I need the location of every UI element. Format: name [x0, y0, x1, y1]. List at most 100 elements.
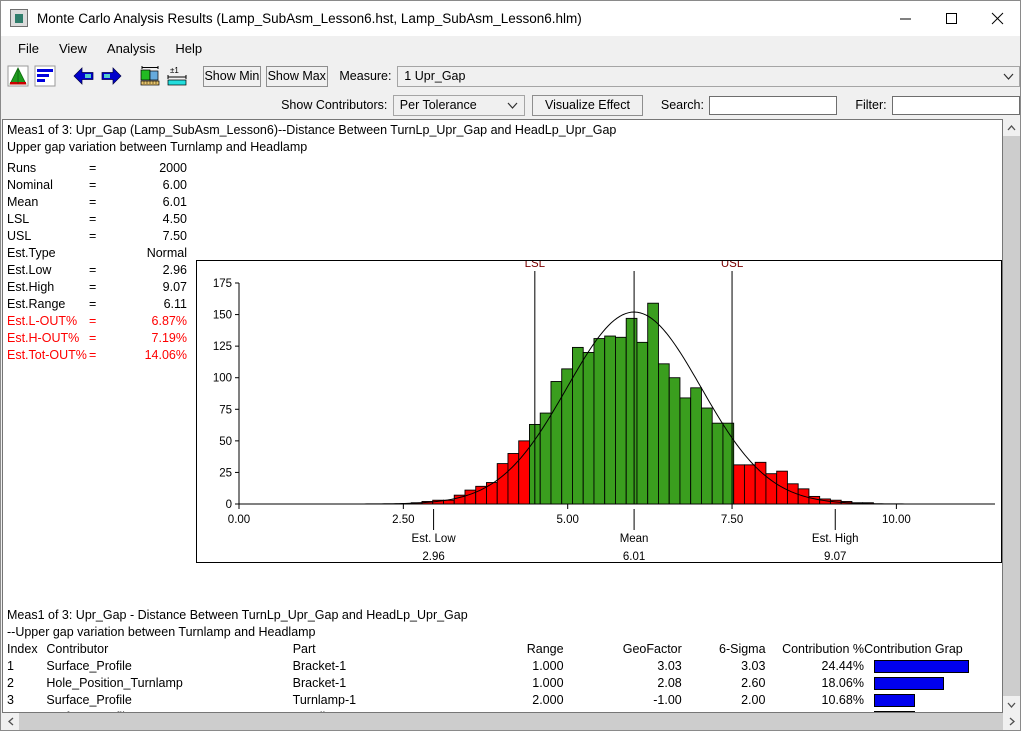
scroll-up-button[interactable] — [1003, 119, 1020, 136]
histogram-bar — [496, 463, 509, 505]
show-contributors-select[interactable]: Per Tolerance — [392, 94, 525, 116]
column-header[interactable]: Contributor — [46, 641, 292, 658]
measure-parts-icon — [140, 66, 159, 86]
stat-row: LSL = 4.50 — [7, 211, 187, 228]
stat-row: Est.H-OUT% = 7.19% — [7, 330, 187, 347]
horizontal-scrollbar[interactable] — [2, 713, 1020, 730]
stat-row: Est.Type Normal — [7, 245, 187, 262]
chevron-down-icon — [997, 73, 1019, 80]
column-header[interactable]: 6-Sigma — [682, 641, 766, 658]
table-cell: 2.08 — [657, 676, 682, 690]
filter-label: Filter: — [855, 98, 887, 112]
scroll-left-button[interactable] — [2, 713, 19, 730]
stat-equals: = — [89, 348, 97, 362]
stat-key: USL — [7, 229, 32, 243]
stat-equals: = — [89, 314, 97, 328]
maximize-button[interactable] — [928, 1, 974, 35]
filter-input[interactable] — [891, 95, 1020, 115]
visualize-effect-button[interactable]: Visualize Effect — [532, 94, 643, 116]
show-min-button[interactable]: Show Min — [202, 65, 261, 87]
table-cell: Bracket-1 — [292, 659, 347, 673]
search-label: Search: — [660, 98, 704, 112]
horizontal-scroll-thumb[interactable] — [19, 713, 1003, 730]
contribution-graph-cell — [864, 692, 1002, 709]
histogram-icon — [7, 65, 29, 87]
histogram-bar — [679, 397, 692, 505]
search-input[interactable] — [709, 95, 838, 115]
histogram-bar — [475, 485, 487, 505]
x-tick-label: 10.00 — [882, 514, 911, 526]
measure-select[interactable]: 1 Upr_Gap — [397, 65, 1021, 87]
stat-equals: = — [89, 161, 97, 175]
tolerance-button[interactable]: ±1 — [164, 63, 189, 89]
scroll-down-button[interactable] — [1003, 696, 1020, 713]
stat-key: Est.Range — [7, 297, 66, 311]
stat-value: 7.50 — [162, 229, 187, 243]
table-cell: -1.00 — [653, 693, 682, 707]
stat-equals: = — [89, 178, 97, 192]
chevron-up-icon — [1007, 124, 1016, 130]
close-icon — [991, 12, 1003, 24]
scroll-right-button[interactable] — [1003, 713, 1020, 730]
show-max-button[interactable]: Show Max — [265, 65, 328, 87]
histogram-bar — [668, 377, 681, 505]
x-tick-label: 5.00 — [557, 514, 579, 526]
stat-value: 4.50 — [162, 212, 187, 226]
minimize-button[interactable] — [882, 1, 928, 35]
column-header[interactable]: Part — [293, 641, 475, 658]
close-button[interactable] — [974, 1, 1020, 35]
vertical-scrollbar[interactable] — [1003, 119, 1020, 713]
vertical-scroll-track[interactable] — [1003, 136, 1020, 696]
histogram-button[interactable] — [5, 63, 30, 89]
title-bar: Monte Carlo Analysis Results (Lamp_SubAs… — [1, 1, 1020, 36]
column-header[interactable]: Index — [3, 641, 46, 658]
contribution-graph-cell — [864, 675, 1002, 692]
content-area: Meas1 of 3: Upr_Gap (Lamp_SubAsm_Lesson6… — [1, 119, 1020, 713]
menu-item-file[interactable]: File — [9, 38, 48, 59]
minimize-icon — [899, 18, 911, 19]
table-cell: 1.000 — [532, 676, 564, 690]
measure-parts-button[interactable] — [137, 63, 162, 89]
table-cell: 1.000 — [532, 659, 564, 673]
column-header[interactable]: GeoFactor — [564, 641, 682, 658]
menu-item-analysis[interactable]: Analysis — [98, 38, 164, 59]
vertical-scroll-thumb[interactable] — [1003, 136, 1020, 696]
table-cell: Surface_Profile — [46, 659, 132, 673]
monte-carlo-window: Monte Carlo Analysis Results (Lamp_SubAs… — [0, 0, 1021, 731]
stat-equals: = — [89, 263, 97, 277]
bar-list-button[interactable] — [32, 63, 57, 89]
menu-item-help[interactable]: Help — [166, 38, 211, 59]
histogram-bar — [625, 317, 638, 505]
table-cell: -1.00 — [564, 709, 682, 712]
menu-item-view[interactable]: View — [50, 38, 96, 59]
measure-select-value: 1 Upr_Gap — [404, 69, 466, 83]
table-row[interactable]: 3 Surface_Profile Turnlamp-1 2.000 -1.00 2.00… — [3, 692, 1002, 709]
stat-key: Nominal — [7, 178, 53, 192]
window-controls — [882, 1, 1020, 35]
table-header-row: Index Contributor Part Range GeoFactor 6-Sigm… — [3, 641, 1002, 658]
column-header[interactable]: Contribution % — [766, 641, 864, 658]
histogram-bar — [593, 338, 606, 505]
y-tick-label: 75 — [219, 404, 232, 416]
table-row[interactable]: 2 Hole_Position_Turnlamp Bracket-1 1.000 2.0… — [3, 675, 1002, 692]
previous-button[interactable] — [71, 63, 96, 89]
table-cell: 2 — [7, 676, 14, 690]
table-row[interactable]: 1 Surface_Profile Bracket-1 1.000 3.03 3.03 24… — [3, 658, 1002, 675]
table-cell: 3.03 — [657, 659, 682, 673]
y-tick-label: 25 — [219, 467, 232, 479]
horizontal-scroll-track[interactable] — [19, 713, 1003, 730]
stat-row: Est.Range = 6.11 — [7, 296, 187, 313]
stat-equals: = — [89, 331, 97, 345]
next-button[interactable] — [98, 63, 123, 89]
y-tick-label: 100 — [213, 373, 232, 385]
annotation-label-est-high: Est. High — [812, 533, 859, 545]
table-row[interactable]: 4Surface_ProfileHeadlamp-12.000-1.002.00… — [3, 709, 1002, 712]
stat-row: Nominal = 6.00 — [7, 177, 187, 194]
histogram-bar — [647, 302, 659, 505]
stat-value: 6.87% — [151, 314, 187, 328]
column-header[interactable]: Range — [475, 641, 564, 658]
histogram-bar — [604, 335, 616, 505]
contributors-rows: Index Contributor Part Range GeoFactor 6-Sigm… — [3, 641, 1002, 712]
tolerance-icon: ±1 — [167, 66, 187, 86]
column-header[interactable]: Contribution Grap — [864, 641, 1002, 658]
